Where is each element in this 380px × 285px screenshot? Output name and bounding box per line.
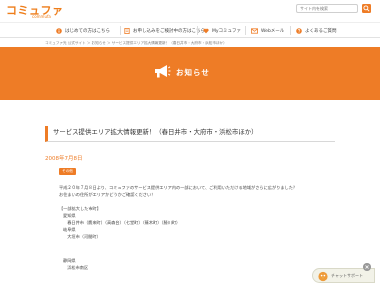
nav-divider: [290, 26, 291, 35]
article-line: 【一部拡大した市町】: [59, 206, 101, 211]
article-line: 浜松市南区: [63, 265, 89, 270]
nav-item-label: Myコミュファ: [212, 28, 242, 34]
close-icon[interactable]: [363, 263, 371, 271]
article-heading: サービス提供エリア拡大情報更新！（春日井市・大府市・浜松市ほか）: [45, 126, 335, 142]
logo[interactable]: コミュファ commufa: [6, 2, 63, 20]
page-banner: お知らせ: [0, 47, 380, 100]
search-input[interactable]: [296, 4, 358, 13]
nav-item-beginners[interactable]: はじめての方はこちら: [56, 25, 110, 36]
nav-item-label: Webメール: [261, 28, 285, 34]
article-line: 平成２０年７月８日より、コミュファのサービス提供エリア内の一部において、ご利用い…: [59, 185, 298, 190]
article-line: 春日井市（鷹来町）（高森台）（七堂町）（篠木町）（勝川町）: [63, 220, 181, 225]
search-icon[interactable]: [362, 4, 371, 13]
info-icon: [56, 27, 62, 34]
megaphone-icon: [155, 65, 171, 78]
chat-support-label: チャットサポート: [331, 273, 363, 278]
article-line: 静岡県: [63, 258, 76, 263]
nav-item-faq[interactable]: よくあるご質問: [296, 25, 337, 36]
site-header: コミュファ commufa: [0, 0, 380, 22]
document-icon: [124, 27, 130, 34]
logo-subtext: commufa: [32, 14, 51, 19]
nav-item-webmail[interactable]: Webメール: [251, 25, 284, 36]
article-line: 大垣市（河間町）: [63, 234, 101, 239]
nav-item-label: はじめての方はこちら: [65, 28, 110, 34]
article-date: 2008年7月8日: [45, 156, 83, 162]
nav-item-label: お申し込みをご検討中の方はこちら: [133, 28, 205, 34]
question-icon: [296, 27, 302, 34]
article-line: 岐阜県: [63, 227, 76, 232]
chat-bird-icon: [318, 271, 328, 282]
article-line: 愛知県: [63, 213, 76, 218]
nav-item-mycommufa[interactable]: Myコミュファ: [203, 25, 241, 36]
mail-icon: [251, 27, 258, 34]
page-title: お知らせ: [176, 68, 210, 77]
heart-icon: [203, 28, 209, 33]
article-line: お住まいの住所がエリアかどうかご確認ください！: [59, 192, 156, 197]
nav-item-apply[interactable]: お申し込みをご検討中の方はこちら: [124, 25, 205, 36]
nav-divider: [245, 26, 246, 35]
article-title: サービス提供エリア拡大情報更新！（春日井市・大府市・浜松市ほか）: [53, 128, 258, 136]
global-nav: はじめての方はこちら お申し込みをご検討中の方はこちら Myコミュファ Webメ…: [0, 22, 380, 38]
nav-item-label: よくあるご質問: [305, 28, 337, 34]
nav-divider: [120, 26, 121, 35]
breadcrumb[interactable]: コミュファ光 公式サイト ＞ お知らせ ＞ サービス提供エリア拡大情報更新！（春…: [45, 41, 227, 46]
category-badge: その他: [59, 168, 76, 175]
nav-divider: [197, 26, 198, 35]
